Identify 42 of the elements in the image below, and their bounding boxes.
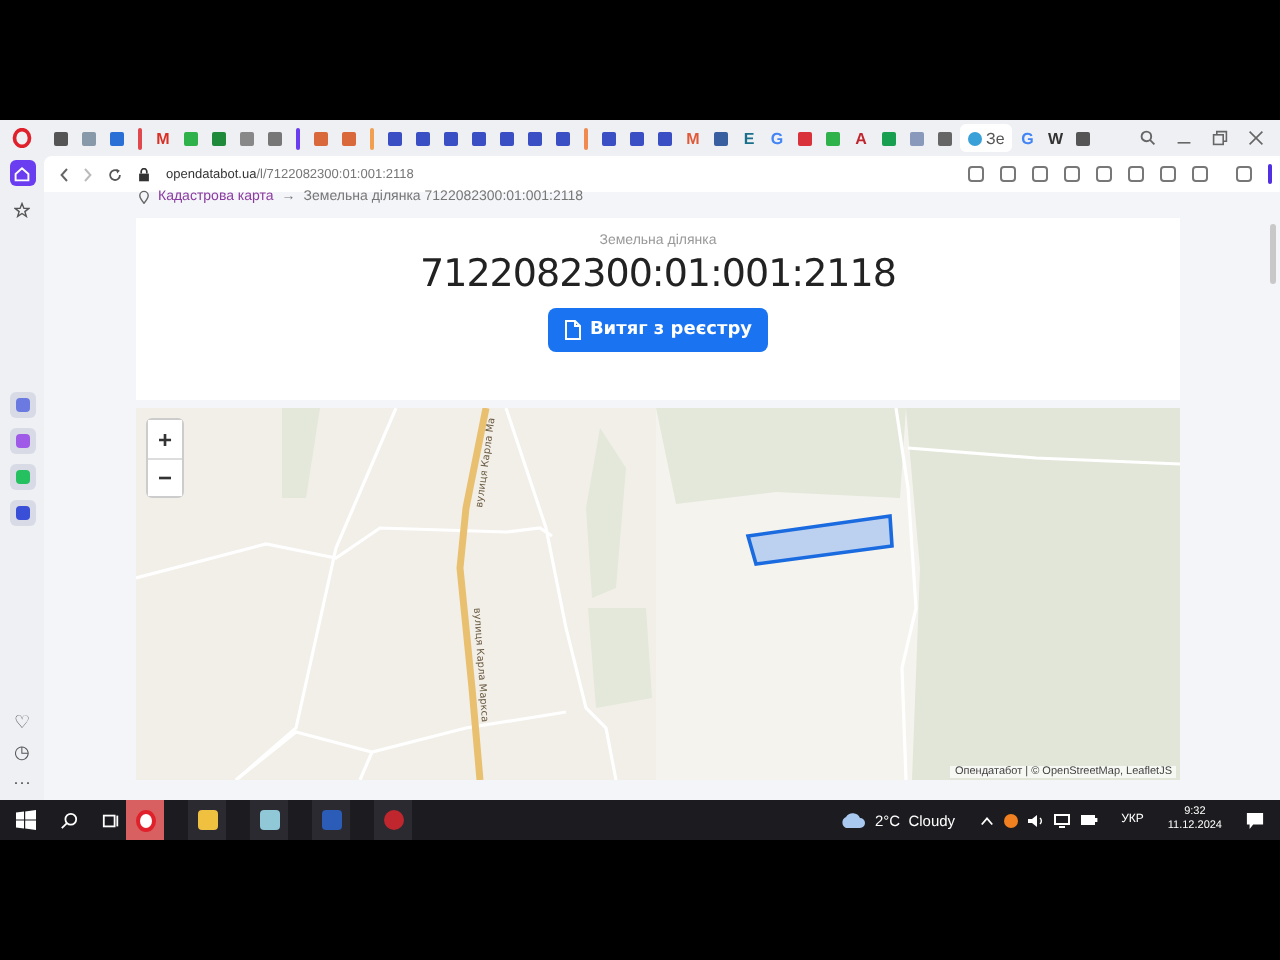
cloud-icon[interactable] bbox=[840, 812, 867, 828]
sidebar-button[interactable]: ··· bbox=[13, 772, 31, 792]
lock-icon bbox=[138, 167, 150, 181]
chevron-up-icon[interactable] bbox=[979, 815, 994, 825]
windows-start-icon[interactable] bbox=[16, 810, 36, 830]
sidebar-app-icon[interactable] bbox=[9, 500, 35, 526]
tray-app-icon[interactable] bbox=[1003, 813, 1018, 827]
browser-tab[interactable]: E bbox=[736, 124, 762, 152]
folder-taskbar-icon[interactable] bbox=[188, 800, 226, 840]
back-icon[interactable] bbox=[60, 167, 68, 181]
opera-logo-icon[interactable] bbox=[12, 128, 32, 148]
battery-icon[interactable] bbox=[1079, 814, 1098, 826]
tab-group-marker[interactable] bbox=[584, 127, 588, 149]
extensions-icon[interactable] bbox=[1236, 166, 1252, 182]
task-view-icon[interactable] bbox=[102, 811, 120, 829]
browser-tab[interactable]: W bbox=[1042, 124, 1069, 152]
tab-group-marker[interactable] bbox=[370, 127, 374, 149]
cadastral-number: 7122082300:01:001:2118 bbox=[420, 252, 896, 296]
sidebar-app-icon[interactable] bbox=[9, 392, 35, 418]
reload-icon[interactable] bbox=[108, 167, 122, 181]
sidebar-button[interactable]: ◷ bbox=[14, 742, 30, 762]
pin-icon bbox=[138, 189, 150, 203]
app-taskbar-icon[interactable] bbox=[250, 800, 288, 840]
sidebar-button[interactable]: ♡ bbox=[14, 712, 30, 732]
parcel-polygon[interactable] bbox=[745, 513, 894, 566]
browser-tab[interactable]: M bbox=[150, 124, 176, 152]
browser-tab[interactable]: Зе bbox=[960, 124, 1013, 152]
browser-tab[interactable]: A bbox=[848, 124, 874, 152]
tab-group-marker[interactable] bbox=[296, 127, 300, 149]
opera-taskbar-icon[interactable] bbox=[126, 800, 164, 840]
document-icon bbox=[563, 320, 582, 340]
notification-icon[interactable] bbox=[1246, 811, 1264, 829]
network-icon[interactable] bbox=[1053, 813, 1070, 827]
restore-icon[interactable] bbox=[1212, 130, 1228, 146]
zoom-out-button[interactable]: − bbox=[148, 458, 182, 496]
search-icon[interactable] bbox=[60, 811, 78, 829]
speaker-icon[interactable] bbox=[1027, 813, 1044, 827]
sidebar-app-icon[interactable] bbox=[9, 428, 35, 454]
extract-button[interactable]: Витяг з реєстру bbox=[548, 308, 768, 352]
home-button[interactable] bbox=[9, 160, 35, 186]
tab-group-marker[interactable] bbox=[138, 127, 142, 149]
close-icon[interactable] bbox=[1248, 130, 1264, 146]
